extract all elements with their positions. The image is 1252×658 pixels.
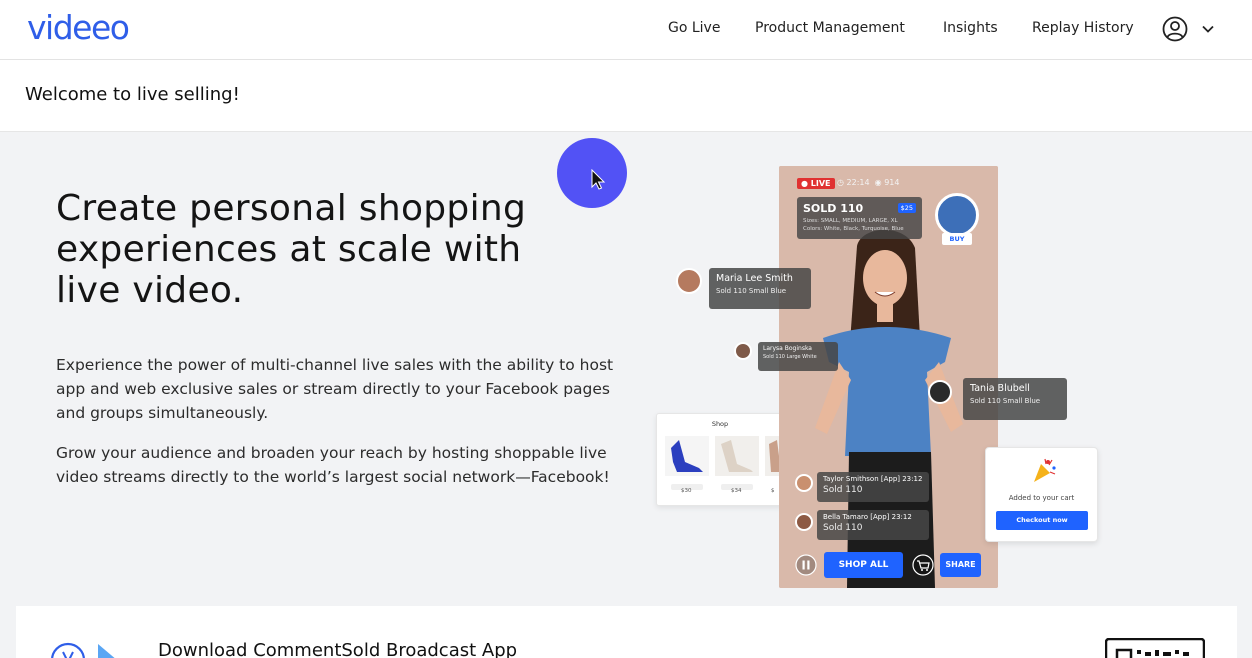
nav-replay-history[interactable]: Replay History — [1032, 20, 1134, 36]
shop-price-3: $ — [771, 488, 775, 494]
shop-card: Shop $30 $34 $ — [656, 413, 784, 506]
comment-name: Maria Lee Smith — [716, 273, 793, 284]
mouse-pointer-icon — [591, 169, 606, 190]
welcome-title: Welcome to live selling! — [25, 84, 240, 105]
commenter-avatar — [928, 380, 952, 404]
cart-icon[interactable] — [912, 554, 934, 576]
download-title: Download CommentSold Broadcast App — [158, 640, 518, 658]
live-badge: ● LIVE — [797, 178, 835, 189]
logo-text: videeo — [27, 8, 130, 47]
hero-headline: Create personal shopping experiences at … — [56, 188, 527, 311]
app-store-icon[interactable] — [50, 642, 86, 658]
party-popper-icon — [1034, 458, 1056, 482]
comment-bubble: Larysa Boginska Sold 110 Large White — [758, 342, 838, 371]
share-button[interactable]: SHARE — [940, 553, 981, 577]
commenter-avatar — [795, 474, 813, 492]
hero-paragraph-1: Experience the power of multi-channel li… — [56, 356, 614, 422]
comment-name: Taylor Smithson [App] 23:12 — [823, 475, 923, 483]
pause-icon[interactable] — [795, 554, 817, 576]
sold-sizes: Sizes: SMALL, MEDIUM, LARGE, XL — [803, 218, 898, 224]
live-time: 22:14 — [846, 178, 870, 187]
comment-name: Tania Blubell — [970, 383, 1030, 394]
product-thumbnail — [935, 193, 979, 237]
shop-price-1: $30 — [681, 488, 692, 494]
nav-product-management[interactable]: Product Management — [755, 20, 905, 36]
sold-price: $25 — [897, 203, 916, 213]
commenter-avatar — [676, 268, 702, 294]
download-app-banner: Download CommentSold Broadcast App — [16, 606, 1237, 658]
sold-card: SOLD 110 $25 Sizes: SMALL, MEDIUM, LARGE… — [797, 197, 922, 239]
cart-message: Added to your cart — [1008, 494, 1075, 502]
comment-bubble: Taylor Smithson [App] 23:12 Sold 110 — [817, 472, 929, 502]
user-circle-icon[interactable] — [1162, 16, 1188, 42]
welcome-bar: Welcome to live selling! — [0, 60, 1252, 132]
live-badge-label: LIVE — [810, 179, 831, 188]
comment-detail: Sold 110 Small Blue — [970, 397, 1041, 405]
google-play-icon[interactable] — [96, 642, 126, 658]
comment-name: Larysa Boginska — [763, 345, 812, 352]
buy-button[interactable]: BUY — [942, 233, 972, 245]
live-video-mockup: ● LIVE ◷ 22:14 ◉ 914 SOLD 110 $25 Sizes:… — [779, 166, 998, 588]
checkout-now-button[interactable]: Checkout now — [996, 511, 1088, 530]
qr-code-icon — [1105, 638, 1205, 658]
videeo-logo[interactable]: videeo — [27, 8, 130, 47]
comment-detail: Sold 110 Small Blue — [716, 287, 787, 295]
top-nav-bar: videeo Go Live Product Management Insigh… — [0, 0, 1252, 60]
comment-bubble: Tania Blubell Sold 110 Small Blue — [963, 378, 1067, 420]
comment-detail: Sold 110 — [823, 485, 863, 495]
comment-bubble: Bella Tamaro [App] 23:12 Sold 110 — [817, 510, 929, 540]
hero-paragraph-2: Grow your audience and broaden your reac… — [56, 444, 610, 486]
commenter-avatar — [734, 342, 752, 360]
commenter-avatar — [795, 513, 813, 531]
chevron-down-icon[interactable] — [1201, 23, 1215, 35]
added-to-cart-card: Added to your cart Checkout now — [985, 447, 1098, 542]
sold-colors: Colors: White, Black, Turquoise, Blue — [803, 226, 904, 232]
live-stats: ◷ 22:14 ◉ 914 — [837, 178, 900, 187]
live-viewers: 914 — [884, 178, 900, 187]
comment-name: Bella Tamaro [App] 23:12 — [823, 513, 912, 521]
shop-price-2: $34 — [731, 488, 742, 494]
nav-insights[interactable]: Insights — [943, 20, 998, 36]
comment-detail: Sold 110 — [823, 523, 863, 533]
shop-all-button[interactable]: SHOP ALL — [824, 552, 903, 578]
comment-bubble: Maria Lee Smith Sold 110 Small Blue — [709, 268, 811, 309]
nav-go-live[interactable]: Go Live — [668, 20, 720, 36]
shoe-thumbnails — [665, 436, 783, 490]
comment-detail: Sold 110 Large White — [763, 354, 817, 360]
